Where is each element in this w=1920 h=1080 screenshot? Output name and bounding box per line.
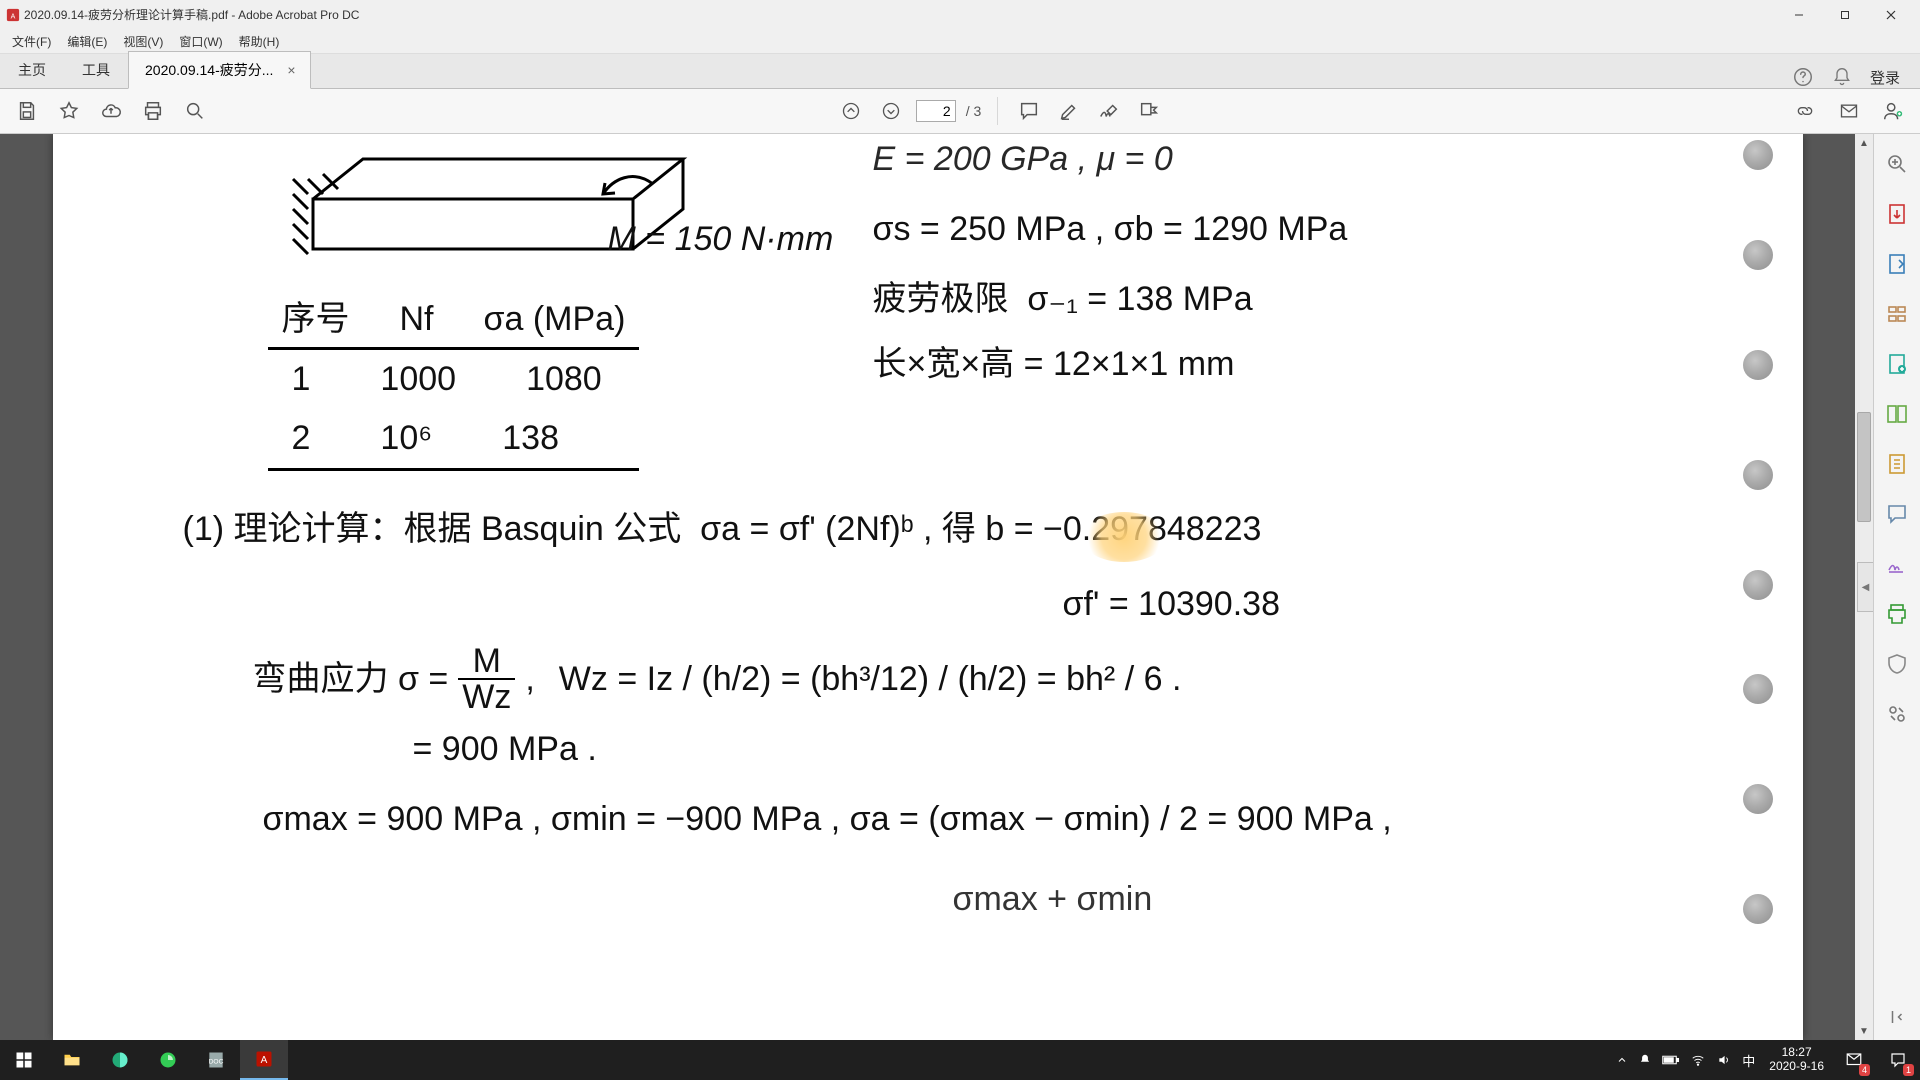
search-icon[interactable]: [180, 96, 210, 126]
tool-compress-icon[interactable]: [1885, 452, 1909, 476]
page-number-input[interactable]: [916, 100, 956, 122]
page-down-icon[interactable]: [876, 96, 906, 126]
star-icon[interactable]: [54, 96, 84, 126]
page-up-icon[interactable]: [836, 96, 866, 126]
taskbar-action-center[interactable]: 1: [1876, 1040, 1920, 1080]
menu-help[interactable]: 帮助(H): [231, 31, 288, 52]
tool-organize-icon[interactable]: [1885, 402, 1909, 426]
svg-text:A: A: [11, 13, 16, 20]
taskbar-app-green[interactable]: [144, 1040, 192, 1080]
menu-view[interactable]: 视图(V): [115, 31, 171, 52]
sign-icon[interactable]: [1094, 96, 1124, 126]
panel-collapse-icon[interactable]: [1888, 1008, 1906, 1026]
tool-edit-pdf-icon[interactable]: [1885, 302, 1909, 326]
stamp-icon[interactable]: [1134, 96, 1164, 126]
page-content: M = 150 N·mm 序号 Nf σa (MPa) 110001080 21…: [53, 134, 1803, 1040]
tool-print-icon[interactable]: [1885, 602, 1909, 626]
window-title: 2020.09.14-疲劳分析理论计算手稿.pdf - Adobe Acroba…: [24, 6, 359, 23]
save-icon[interactable]: [12, 96, 42, 126]
svg-text:A: A: [261, 1055, 268, 1066]
windows-taskbar: DOC A 中 18:27 2020-9-16 4 1: [0, 1040, 1920, 1080]
tool-protect-icon[interactable]: [1885, 652, 1909, 676]
menu-file[interactable]: 文件(F): [4, 31, 59, 52]
zoom-in-icon[interactable]: [1885, 152, 1909, 176]
menu-window[interactable]: 窗口(W): [171, 31, 230, 52]
tab-document-label: 2020.09.14-疲劳分...: [145, 60, 273, 80]
scrollbar-thumb[interactable]: [1857, 412, 1871, 522]
tray-chevron-up-icon[interactable]: [1616, 1054, 1628, 1066]
page-total-label: / 3: [966, 103, 982, 119]
tool-comment-icon[interactable]: [1885, 502, 1909, 526]
tray-wifi-icon[interactable]: [1690, 1053, 1706, 1067]
tool-create-pdf-icon[interactable]: [1885, 252, 1909, 276]
clock-time: 18:27: [1782, 1046, 1812, 1060]
taskbar-notifications[interactable]: 4: [1832, 1040, 1876, 1080]
system-tray[interactable]: 中: [1610, 1051, 1761, 1070]
document-area: ▶: [0, 134, 1920, 1040]
clock-date: 2020-9-16: [1769, 1060, 1824, 1074]
share-user-icon[interactable]: [1878, 96, 1908, 126]
tab-home[interactable]: 主页: [0, 52, 64, 88]
menu-edit[interactable]: 编辑(E): [59, 31, 115, 52]
tool-more-icon[interactable]: [1885, 702, 1909, 726]
tray-bell-icon[interactable]: [1638, 1053, 1652, 1067]
window-titlebar: A 2020.09.14-疲劳分析理论计算手稿.pdf - Adobe Acro…: [0, 0, 1920, 29]
link-icon[interactable]: [1790, 96, 1820, 126]
tab-bar: 主页 工具 2020.09.14-疲劳分... × 登录: [0, 54, 1920, 89]
taskbar-browser[interactable]: [96, 1040, 144, 1080]
taskbar-acrobat[interactable]: A: [240, 1040, 288, 1080]
tab-close-icon[interactable]: ×: [283, 62, 299, 78]
taskbar-file-explorer[interactable]: [48, 1040, 96, 1080]
taskbar-doc-app[interactable]: DOC: [192, 1040, 240, 1080]
taskbar-clock[interactable]: 18:27 2020-9-16: [1761, 1046, 1832, 1074]
mail-icon[interactable]: [1834, 96, 1864, 126]
print-icon[interactable]: [138, 96, 168, 126]
login-link[interactable]: 登录: [1870, 67, 1900, 88]
right-tools-panel: [1873, 134, 1920, 1040]
tool-sign-icon[interactable]: [1885, 552, 1909, 576]
tool-combine-icon[interactable]: [1885, 352, 1909, 376]
cloud-upload-icon[interactable]: [96, 96, 126, 126]
window-close-button[interactable]: [1868, 0, 1914, 29]
tray-volume-icon[interactable]: [1716, 1053, 1732, 1067]
pdf-file-icon: A: [6, 8, 20, 22]
highlight-icon[interactable]: [1054, 96, 1084, 126]
tab-tools[interactable]: 工具: [64, 52, 128, 88]
tab-document[interactable]: 2020.09.14-疲劳分... ×: [128, 51, 311, 89]
start-button[interactable]: [0, 1040, 48, 1080]
right-panel-toggle[interactable]: ◀: [1857, 562, 1873, 612]
window-minimize-button[interactable]: [1776, 0, 1822, 29]
window-maximize-button[interactable]: [1822, 0, 1868, 29]
svg-text:DOC: DOC: [209, 1058, 224, 1065]
notification-badge: 4: [1859, 1064, 1870, 1076]
tray-battery-icon[interactable]: [1662, 1054, 1680, 1066]
bell-icon[interactable]: [1832, 67, 1852, 87]
scroll-down-icon[interactable]: ▼: [1855, 1022, 1873, 1040]
tray-ime-label[interactable]: 中: [1742, 1051, 1755, 1070]
tool-export-pdf-icon[interactable]: [1885, 202, 1909, 226]
help-icon[interactable]: [1792, 66, 1814, 88]
pdf-page[interactable]: M = 150 N·mm 序号 Nf σa (MPa) 110001080 21…: [53, 134, 1803, 1040]
action-center-badge: 1: [1903, 1064, 1914, 1076]
comment-icon[interactable]: [1014, 96, 1044, 126]
scroll-up-icon[interactable]: ▲: [1855, 134, 1873, 152]
toolbar: / 3: [0, 89, 1920, 134]
